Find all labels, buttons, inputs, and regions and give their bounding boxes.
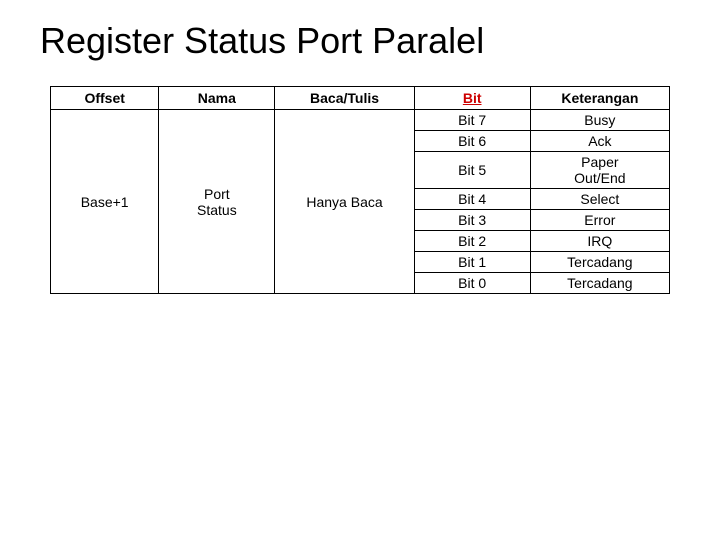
header-nama: Nama (159, 87, 275, 110)
cell-nama: PortStatus (159, 110, 275, 294)
cell-bit-3: Bit 3 (414, 210, 530, 231)
cell-bit-4: Bit 4 (414, 189, 530, 210)
header-baca: Baca/Tulis (275, 87, 414, 110)
register-table: Offset Nama Baca/Tulis Bit Keterangan Ba… (50, 86, 670, 294)
table-header-row: Offset Nama Baca/Tulis Bit Keterangan (51, 87, 670, 110)
table-wrapper: Offset Nama Baca/Tulis Bit Keterangan Ba… (50, 86, 670, 294)
cell-offset: Base+1 (51, 110, 159, 294)
cell-bit-5: Bit 5 (414, 152, 530, 189)
table-row: Base+1 PortStatus Hanya Baca Bit 7 Busy (51, 110, 670, 131)
cell-ket-busy: Busy (530, 110, 669, 131)
cell-bit-2: Bit 2 (414, 231, 530, 252)
cell-ket-select: Select (530, 189, 669, 210)
cell-bit-0: Bit 0 (414, 273, 530, 294)
cell-ket-ack: Ack (530, 131, 669, 152)
header-offset: Offset (51, 87, 159, 110)
cell-baca: Hanya Baca (275, 110, 414, 294)
cell-bit-1: Bit 1 (414, 252, 530, 273)
cell-ket-paper: PaperOut/End (530, 152, 669, 189)
cell-ket-irq: IRQ (530, 231, 669, 252)
page-container: Register Status Port Paralel Offset Nama… (0, 0, 720, 540)
cell-bit-6: Bit 6 (414, 131, 530, 152)
cell-ket-error: Error (530, 210, 669, 231)
page-title: Register Status Port Paralel (40, 20, 680, 62)
cell-ket-tercadang-0: Tercadang (530, 273, 669, 294)
cell-ket-tercadang-1: Tercadang (530, 252, 669, 273)
cell-bit-7: Bit 7 (414, 110, 530, 131)
header-bit: Bit (414, 87, 530, 110)
header-keterangan: Keterangan (530, 87, 669, 110)
